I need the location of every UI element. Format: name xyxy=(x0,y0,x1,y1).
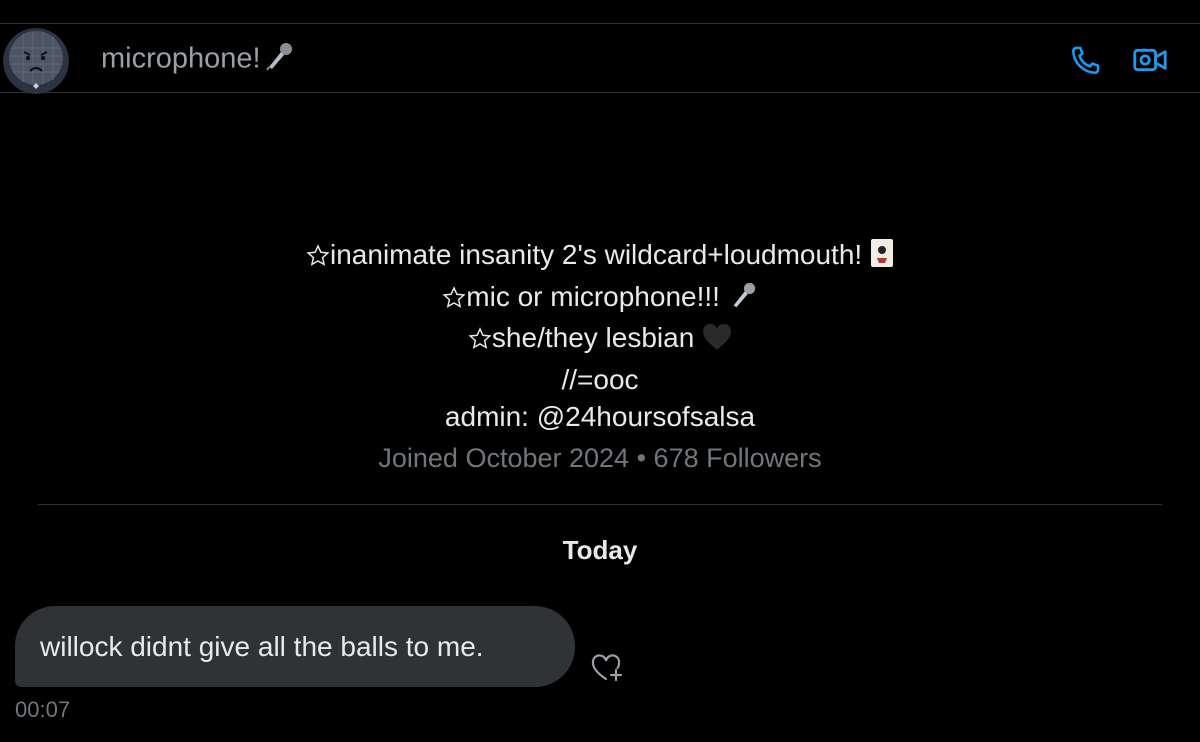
star-icon xyxy=(468,323,492,361)
video-camera-icon xyxy=(1133,48,1167,72)
star-icon xyxy=(442,282,466,320)
joined-date: Joined October 2024 xyxy=(378,443,630,473)
section-divider xyxy=(38,504,1162,505)
microphone-icon xyxy=(263,40,295,80)
followers-count[interactable]: 678 Followers xyxy=(654,443,822,473)
message-bubble[interactable]: willock didnt give all the balls to me. xyxy=(15,606,575,687)
black-heart-icon xyxy=(702,323,732,361)
profile-bio: inanimate insanity 2's wildcard+loudmout… xyxy=(0,236,1200,436)
bio-line: mic or microphone!!! xyxy=(0,278,1200,320)
avatar[interactable] xyxy=(3,28,69,94)
star-icon xyxy=(306,240,330,278)
call-button[interactable] xyxy=(1066,40,1106,80)
title-text: microphone! xyxy=(101,42,261,75)
conversation-title: microphone! xyxy=(101,40,295,80)
profile-meta: Joined October 2024 • 678 Followers xyxy=(0,443,1200,474)
joker-card-icon xyxy=(870,238,894,278)
bio-line: //=ooc xyxy=(561,363,639,395)
header-divider xyxy=(0,92,1200,93)
bio-line: inanimate insanity 2's wildcard+loudmout… xyxy=(0,236,1200,278)
message-timestamp: 00:07 xyxy=(15,697,71,722)
meta-separator: • xyxy=(636,443,647,473)
bio-line: she/they lesbian xyxy=(0,319,1200,361)
video-call-button[interactable] xyxy=(1130,40,1170,80)
message-text: willock didnt give all the balls to me. xyxy=(40,630,484,662)
heart-plus-icon xyxy=(591,654,623,682)
phone-icon xyxy=(1071,46,1100,75)
date-label: Today xyxy=(562,535,638,565)
bio-line: admin: @24hoursofsalsa xyxy=(444,401,756,432)
microphone-avatar-image xyxy=(3,28,69,94)
add-reaction-button[interactable] xyxy=(590,652,626,684)
microphone-icon xyxy=(728,280,758,320)
